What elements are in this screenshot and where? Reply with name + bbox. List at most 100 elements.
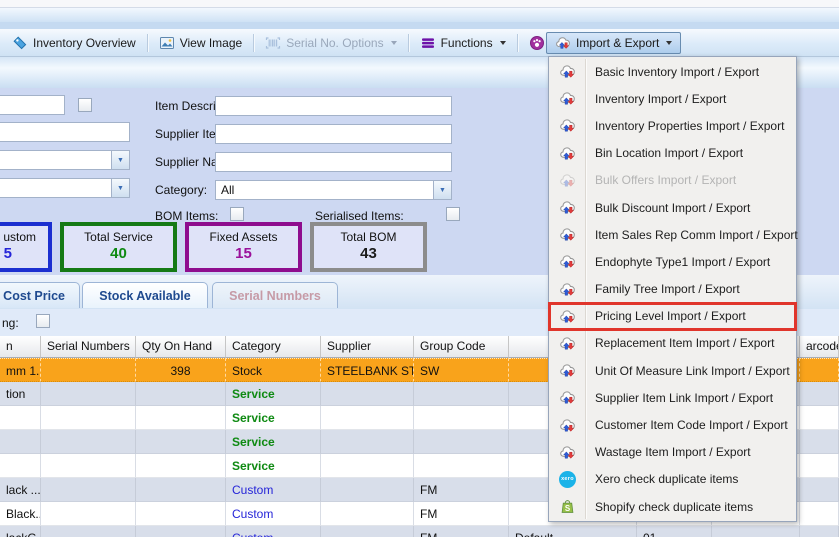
column-header-barcode[interactable]: arcode	[800, 336, 839, 358]
functions-button[interactable]: Functions	[412, 32, 514, 54]
cell	[800, 406, 839, 430]
table-row[interactable]: lackG Custom FM Default 01	[0, 526, 839, 537]
cell	[41, 430, 136, 454]
chevron-down-icon[interactable]: ▼	[111, 151, 129, 169]
inventory-overview-button[interactable]: Inventory Overview	[4, 32, 144, 54]
category-value: All	[216, 181, 451, 199]
view-image-button[interactable]: View Image	[151, 32, 250, 54]
menu-item-inventory-properties[interactable]: Inventory Properties Import / Export	[549, 112, 796, 139]
cell-supplier	[321, 502, 414, 526]
supplier-item-code-input[interactable]	[215, 124, 452, 144]
cell-qty	[136, 430, 226, 454]
menu-item-wastage-item[interactable]: Wastage Item Import / Export	[549, 439, 796, 466]
serial-no-options-button[interactable]: Serial No. Options	[257, 32, 404, 54]
summary-box-value: 5	[0, 245, 48, 262]
item-description-input[interactable]	[215, 96, 452, 116]
cell-supplier	[321, 478, 414, 502]
category-select[interactable]: All ▼	[215, 180, 452, 200]
cell-qty	[136, 382, 226, 406]
cell	[0, 406, 41, 430]
tab-serial-numbers[interactable]: Serial Numbers	[212, 282, 338, 308]
menu-item-item-sales-rep-comm[interactable]: Item Sales Rep Comm Import / Export	[549, 221, 796, 248]
menu-item-replacement-item[interactable]: Replacement Item Import / Export	[549, 330, 796, 357]
tab-cost-price[interactable]: r Cost Price	[0, 282, 80, 308]
menu-item-xero-check[interactable]: xero Xero check duplicate items	[549, 466, 796, 493]
chevron-down-icon[interactable]: ▼	[433, 181, 451, 199]
ribbon-strip-lower	[0, 22, 839, 29]
cell: Default	[509, 526, 637, 537]
column-header[interactable]: n	[0, 336, 41, 358]
cell-qty	[136, 526, 226, 537]
functions-label: Functions	[441, 36, 493, 50]
menu-item-label: Family Tree Import / Export	[595, 282, 740, 296]
summary-box-label: Total Service	[64, 230, 173, 244]
menu-item-bulk-offers[interactable]: Bulk Offers Import / Export	[549, 167, 796, 194]
menu-item-supplier-item-link[interactable]: Supplier Item Link Import / Export	[549, 384, 796, 411]
toolbar-separator	[408, 34, 409, 52]
cell-category: Stock	[226, 358, 321, 382]
cell-category: Custom	[226, 526, 321, 537]
summary-box-custom: ustom 5	[0, 222, 52, 272]
toolbar-separator	[147, 34, 148, 52]
menu-item-bulk-discount[interactable]: Bulk Discount Import / Export	[549, 194, 796, 221]
column-header-supplier[interactable]: Supplier	[321, 336, 414, 358]
cloud-import-export-icon	[559, 308, 576, 325]
filter-combo-cut-2[interactable]: ▼	[0, 178, 130, 198]
import-export-button[interactable]: Import & Export	[546, 32, 681, 54]
cell-category: Custom	[226, 502, 321, 526]
summary-box-label: ustom	[0, 230, 48, 244]
menu-item-basic-inventory[interactable]: Basic Inventory Import / Export	[549, 58, 796, 85]
cell	[0, 430, 41, 454]
column-header-category[interactable]: Category	[226, 336, 321, 358]
image-icon	[159, 35, 175, 51]
grouping-checkbox[interactable]	[36, 314, 50, 328]
serialised-items-checkbox[interactable]	[446, 207, 460, 221]
column-header-group-code[interactable]: Group Code	[414, 336, 509, 358]
cell	[41, 358, 136, 382]
toolbar-separator	[517, 34, 518, 52]
cell-category: Service	[226, 454, 321, 478]
bom-items-checkbox[interactable]	[230, 207, 244, 221]
cell	[0, 454, 41, 478]
menu-item-inventory[interactable]: Inventory Import / Export	[549, 85, 796, 112]
menu-item-bin-location[interactable]: Bin Location Import / Export	[549, 140, 796, 167]
toolbar-separator	[253, 34, 254, 52]
cloud-import-export-icon	[559, 63, 576, 80]
cloud-import-export-icon	[559, 253, 576, 270]
cell	[41, 454, 136, 478]
cloud-import-export-icon	[559, 362, 576, 379]
menu-item-family-tree[interactable]: Family Tree Import / Export	[549, 276, 796, 303]
ribbon-strip	[0, 8, 839, 22]
cell	[800, 430, 839, 454]
menu-item-label: Xero check duplicate items	[595, 472, 738, 486]
cell-group-code: FM	[414, 526, 509, 537]
column-header-serial-numbers[interactable]: Serial Numbers	[41, 336, 136, 358]
cell-qty	[136, 454, 226, 478]
cloud-import-export-icon	[559, 90, 576, 107]
menu-item-endophyte-type1[interactable]: Endophyte Type1 Import / Export	[549, 248, 796, 275]
cell	[712, 526, 800, 537]
menu-item-pricing-level[interactable]: Pricing Level Import / Export	[549, 303, 796, 330]
menu-item-unit-of-measure-link[interactable]: Unit Of Measure Link Import / Export	[549, 357, 796, 384]
column-header-qty-on-hand[interactable]: Qty On Hand	[136, 336, 226, 358]
filter-combo-cut-1[interactable]: ▼	[0, 150, 130, 170]
summary-box-total-bom: Total BOM 43	[310, 222, 427, 272]
menu-item-customer-item-code[interactable]: Customer Item Code Import / Export	[549, 411, 796, 438]
cell: tion	[0, 382, 41, 406]
tab-stock-available[interactable]: Stock Available	[82, 282, 208, 308]
cell-qty: 398	[136, 358, 226, 382]
import-export-label: Import & Export	[576, 36, 659, 50]
cell-group-code	[414, 382, 509, 406]
filter-checkbox-cut[interactable]	[78, 98, 92, 112]
serial-no-options-label: Serial No. Options	[286, 36, 383, 50]
cloud-import-export-icon	[559, 199, 576, 216]
summary-box-value: 43	[314, 245, 423, 262]
cell-group-code	[414, 406, 509, 430]
supplier-name-input[interactable]	[215, 152, 452, 172]
menu-item-shopify-check[interactable]: Shopify check duplicate items	[549, 493, 796, 520]
cell: lackG	[0, 526, 41, 537]
chevron-down-icon[interactable]: ▼	[111, 179, 129, 197]
filter-field-cut-1[interactable]	[0, 95, 65, 115]
filter-field-cut-2[interactable]	[0, 122, 130, 142]
cloud-import-export-icon	[559, 226, 576, 243]
